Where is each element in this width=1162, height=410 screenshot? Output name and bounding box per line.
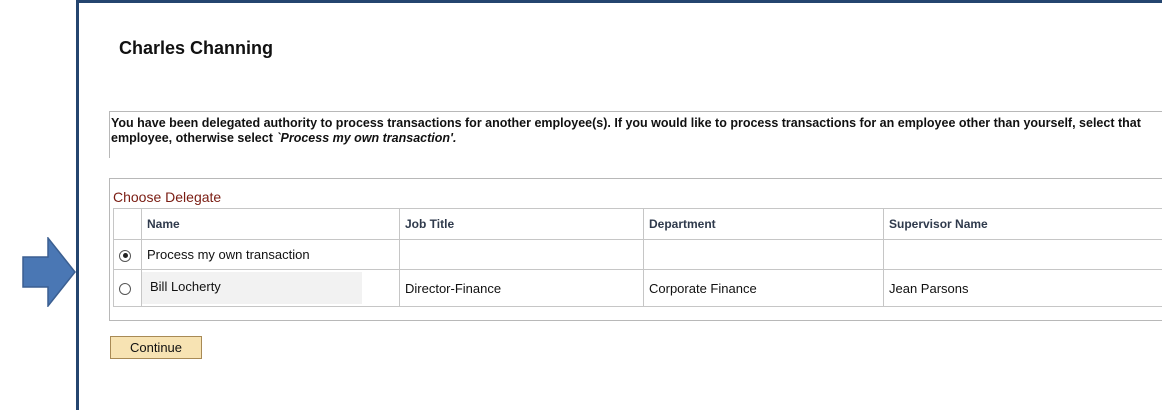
instructions-main: You have been delegated authority to pro…: [111, 116, 1141, 145]
select-cell[interactable]: [113, 269, 142, 307]
employee-name-card: Bill Locherty: [142, 272, 362, 304]
name-cell: Bill Locherty: [141, 269, 400, 307]
instructions-text: You have been delegated authority to pro…: [111, 116, 1156, 146]
table-row[interactable]: Bill Locherty Director-Finance Corporate…: [113, 269, 1162, 307]
radio-unselected-icon[interactable]: [119, 283, 131, 296]
department-cell: Corporate Finance: [643, 269, 884, 307]
table-header-row: Name Job Title Department Supervisor Nam…: [113, 208, 1162, 240]
radio-selected-icon[interactable]: [119, 249, 131, 262]
page-title: Charles Channing: [119, 38, 274, 58]
job-title-cell: Director-Finance: [399, 269, 644, 307]
select-cell[interactable]: [113, 239, 142, 270]
table-row[interactable]: Process my own transaction: [113, 239, 1162, 270]
job-title-cell: [399, 239, 644, 270]
supervisor-cell: Jean Parsons: [883, 269, 1162, 307]
continue-button[interactable]: Continue: [110, 336, 202, 359]
department-column-header: Department: [643, 208, 884, 240]
supervisor-column-header: Supervisor Name: [883, 208, 1162, 240]
grid-caption: Choose Delegate: [113, 189, 222, 205]
select-column-header: [113, 208, 142, 240]
instructions-emphasis: `Process my own transaction'.: [276, 131, 457, 145]
department-cell: [643, 239, 884, 270]
right-arrow-icon: [22, 235, 76, 309]
name-column-header: Name: [141, 208, 400, 240]
name-cell: Process my own transaction: [141, 239, 400, 270]
job-title-column-header: Job Title: [399, 208, 644, 240]
supervisor-cell: [883, 239, 1162, 270]
delegate-table: Name Job Title Department Supervisor Nam…: [113, 208, 1162, 307]
